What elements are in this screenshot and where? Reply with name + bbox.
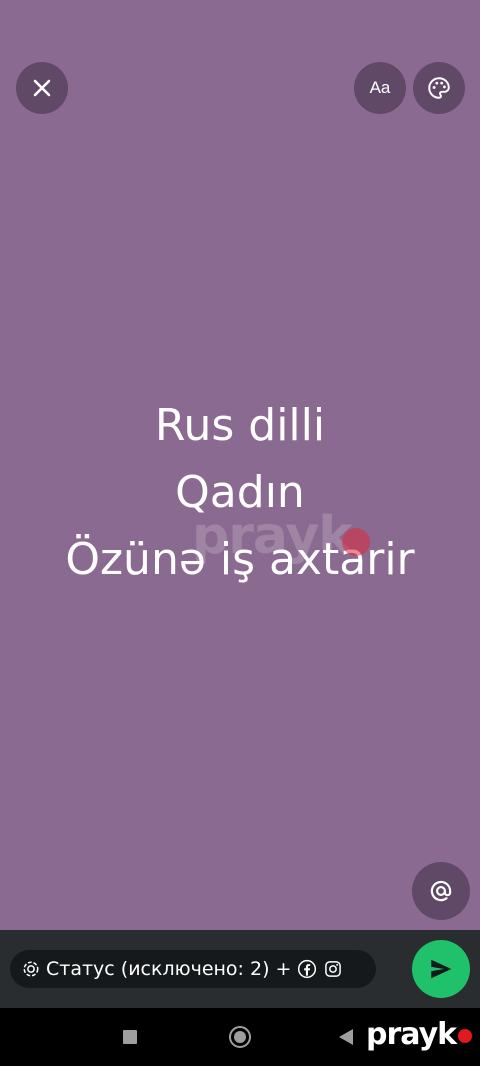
- at-sign-icon: [430, 880, 452, 902]
- status-editor-screen: Aa Rus dilli Qadın Özünə iş axtarir pray…: [0, 0, 480, 1066]
- brand-logo: prayk: [366, 1014, 473, 1054]
- close-button[interactable]: [16, 62, 68, 114]
- send-button[interactable]: [412, 940, 470, 998]
- palette-icon: [428, 77, 450, 99]
- status-text[interactable]: Rus dilli Qadın Özünə iş axtarir: [0, 392, 480, 593]
- facebook-icon: [297, 959, 317, 979]
- status-line: Rus dilli: [154, 400, 326, 451]
- home-button[interactable]: [229, 1026, 251, 1048]
- status-line: Qadın: [175, 467, 305, 518]
- instagram-icon: [323, 959, 343, 979]
- close-icon: [33, 79, 51, 97]
- font-style-button[interactable]: Aa: [354, 62, 406, 114]
- mention-button[interactable]: [412, 862, 470, 920]
- color-palette-button[interactable]: [413, 62, 465, 114]
- send-icon: [431, 959, 452, 979]
- back-button[interactable]: [339, 1029, 353, 1045]
- brand-dot: [458, 1029, 473, 1043]
- status-audience-selector[interactable]: Статус (исключено: 2) +: [10, 950, 376, 988]
- brand-text: prayk: [366, 1016, 457, 1052]
- text-style-icon: Aa: [369, 78, 391, 97]
- status-privacy-icon: [22, 960, 40, 978]
- audience-label: Статус (исключено: 2) +: [46, 958, 292, 980]
- recents-button[interactable]: [123, 1030, 137, 1044]
- status-line: Özünə iş axtarir: [65, 534, 415, 585]
